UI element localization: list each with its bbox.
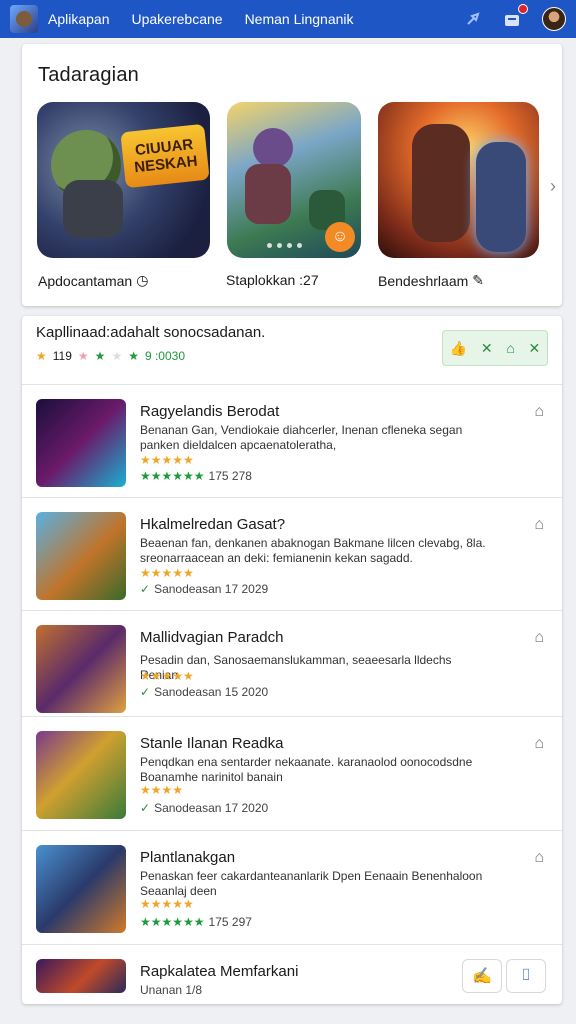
app-description: Benanan Gan, Vendiokaie diahcerler, Inen… bbox=[140, 423, 463, 452]
app-title[interactable]: Mallidvagian Paradch bbox=[140, 629, 283, 646]
app-title[interactable]: Stanle Ilanan Readka bbox=[140, 735, 283, 752]
list-item[interactable]: Ragyelandis Berodat Benanan Gan, Vendiok… bbox=[22, 384, 562, 497]
app-thumbnail[interactable] bbox=[36, 845, 126, 933]
rating-text: 175 297 bbox=[208, 915, 252, 929]
nav-item-library[interactable]: Neman Lingnanik bbox=[245, 11, 354, 27]
home-icon[interactable]: ⌂ bbox=[506, 340, 514, 356]
app-thumbnail[interactable] bbox=[36, 399, 126, 487]
rating-text: Sanodeasan 17 2029 bbox=[154, 582, 269, 596]
close-icon[interactable]: ✕ bbox=[481, 340, 493, 357]
list-header: Kapllinaad:adahalt sonocsadanan. ★ 119 ★… bbox=[36, 324, 456, 363]
list-header-rating: ★ 119 ★ ★ ★ ★ 9 :0030 bbox=[36, 349, 456, 363]
app-rating-green: ✓ Sanodeasan 17 2029 bbox=[140, 582, 269, 596]
clock-icon: ◷ bbox=[136, 272, 149, 288]
caption-text: Apdocantaman bbox=[38, 272, 133, 289]
top-bar: Aplikapan Upakerebcane Neman Lingnanik bbox=[0, 0, 576, 38]
app-description: Penaskan feer cakardanteananlarik Dpen E… bbox=[140, 869, 483, 898]
app-logo[interactable] bbox=[10, 5, 38, 33]
caption-text: Bendeshrlaam bbox=[378, 272, 469, 289]
thumbs-up-icon[interactable]: 👍 bbox=[450, 340, 467, 357]
caption-text: Staplokkan :27 bbox=[226, 272, 319, 288]
chevron-right-icon[interactable]: › bbox=[550, 176, 556, 197]
star-icon: ★ bbox=[94, 349, 106, 363]
app-rating-green: ✓ Sanodeasan 15 2020 bbox=[140, 685, 269, 699]
bookmark-icon[interactable]: ⌂ bbox=[534, 735, 544, 753]
bookmark-icon[interactable]: ⌂ bbox=[534, 403, 544, 421]
bookmark-icon[interactable]: ⌂ bbox=[534, 516, 544, 534]
app-description: Beaenan fan, denkanen abaknogan Bakmane … bbox=[140, 536, 486, 565]
featured-title: Tadaragian bbox=[38, 64, 139, 86]
app-rating: ★★★★ bbox=[140, 783, 184, 797]
bookmark-icon[interactable]: ⌂ bbox=[534, 849, 544, 867]
list-item[interactable]: Plantlanakgan Penaskan feer cakardantean… bbox=[22, 830, 562, 944]
rating-text: Unanan 1/8 bbox=[140, 983, 203, 997]
featured-tile-3[interactable] bbox=[378, 102, 539, 258]
star-icon: ★ bbox=[128, 349, 139, 363]
app-title[interactable]: Rapkalatea Memfarkani bbox=[140, 963, 298, 980]
star-icon: ★ bbox=[77, 349, 89, 363]
header-rating-value: 119 bbox=[52, 349, 72, 363]
character-figure bbox=[412, 124, 470, 242]
app-list-section: Kapllinaad:adahalt sonocsadanan. ★ 119 ★… bbox=[22, 316, 562, 1004]
app-rating: ★★★★★ bbox=[140, 669, 194, 683]
app-rating: ★★★★★ bbox=[140, 453, 194, 467]
featured-caption-1: Apdocantaman ◷ bbox=[38, 272, 148, 289]
character-figure bbox=[476, 142, 526, 252]
avatar[interactable] bbox=[542, 7, 566, 31]
nav-item-apps[interactable]: Aplikapan bbox=[48, 11, 110, 27]
pencil-icon: ✎ bbox=[472, 272, 485, 288]
character-figure bbox=[245, 164, 291, 224]
list-item[interactable]: Stanle Ilanan Readka Penqdkan ena sentar… bbox=[22, 716, 562, 830]
star-icon: ★ bbox=[36, 349, 47, 363]
notification-badge bbox=[518, 4, 528, 14]
featured-caption-2: Staplokkan :27 bbox=[226, 272, 319, 288]
nav-item-updates[interactable]: Upakerebcane bbox=[132, 11, 223, 27]
app-thumbnail[interactable] bbox=[36, 512, 126, 600]
rating-text: 175 278 bbox=[208, 469, 252, 483]
character-figure bbox=[63, 180, 123, 238]
carousel-dots[interactable] bbox=[267, 243, 302, 248]
app-thumbnail[interactable] bbox=[36, 731, 126, 819]
bookmark-button[interactable]: ⌷ bbox=[506, 959, 546, 993]
bookmark-icon[interactable]: ⌂ bbox=[534, 629, 544, 647]
app-thumbnail[interactable] bbox=[36, 959, 126, 993]
app-rating-green: ★★★★★★ 175 278 bbox=[140, 469, 252, 483]
app-title[interactable]: Plantlanakgan bbox=[140, 849, 235, 866]
list-item[interactable]: Mallidvagian Paradch Pesadin dan, Sanosa… bbox=[22, 610, 562, 716]
pin-icon[interactable] bbox=[462, 8, 484, 30]
featured-section: Tadaragian CIUUAR NESKAH ☺ › Apdocantama… bbox=[22, 44, 562, 306]
rating-text: Sanodeasan 17 2020 bbox=[154, 801, 269, 815]
character-figure bbox=[253, 128, 293, 168]
app-rating-green: ★★★★★★ 175 297 bbox=[140, 915, 252, 929]
game-logo: CIUUAR NESKAH bbox=[120, 123, 210, 189]
list-item[interactable]: Rapkalatea Memfarkani Unanan 1/8 ✍ ⌷ bbox=[22, 944, 562, 1004]
rating-text: Sanodeasan 15 2020 bbox=[154, 685, 269, 699]
featured-tile-1[interactable]: CIUUAR NESKAH bbox=[37, 102, 210, 258]
header-rating-green: 9 :0030 bbox=[144, 349, 186, 363]
app-rating-green: ✓ Sanodeasan 17 2020 bbox=[140, 801, 269, 815]
app-rating: ★★★★★ bbox=[140, 566, 194, 580]
app-rating: Unanan 1/8 bbox=[140, 983, 202, 997]
app-rating: ★★★★★ bbox=[140, 897, 194, 911]
app-title[interactable]: Hkalmelredan Gasat? bbox=[140, 516, 285, 533]
pin-button[interactable]: ✍ bbox=[462, 959, 502, 993]
app-description: Penqdkan ena sentarder nekaanate. karana… bbox=[140, 755, 473, 784]
smiley-icon: ☺ bbox=[325, 222, 355, 252]
header-actions[interactable]: 👍 ✕ ⌂ ✕ bbox=[442, 330, 548, 366]
list-header-title: Kapllinaad:adahalt sonocsadanan. bbox=[36, 324, 266, 341]
app-thumbnail[interactable] bbox=[36, 625, 126, 713]
star-icon: ★ bbox=[111, 349, 123, 363]
featured-tile-2[interactable]: ☺ bbox=[227, 102, 361, 258]
notifications-icon[interactable] bbox=[502, 4, 528, 30]
featured-caption-3: Bendeshrlaam ✎ bbox=[378, 272, 484, 289]
app-title[interactable]: Ragyelandis Berodat bbox=[140, 403, 279, 420]
close-icon[interactable]: ✕ bbox=[528, 340, 540, 357]
list-item[interactable]: Hkalmelredan Gasat? Beaenan fan, denkane… bbox=[22, 497, 562, 610]
